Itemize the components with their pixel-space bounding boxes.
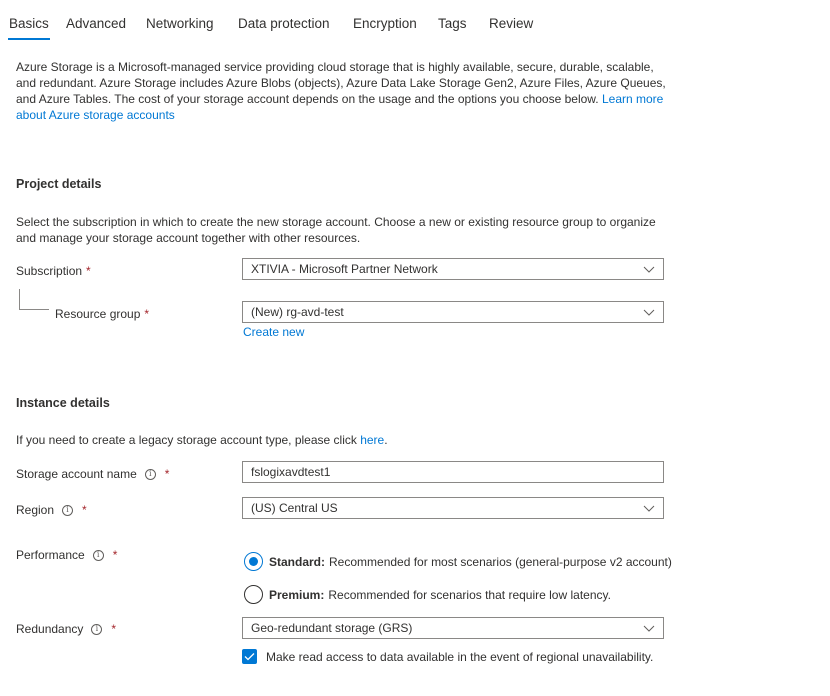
chevron-down-icon xyxy=(643,266,655,273)
required-marker: * xyxy=(112,548,118,562)
tab-review[interactable]: Review xyxy=(489,16,533,31)
create-new-resource-group-link[interactable]: Create new xyxy=(243,325,304,339)
checkmark-icon xyxy=(244,653,255,661)
performance-label: Performance i * xyxy=(16,548,117,562)
legacy-text: If you need to create a legacy storage a… xyxy=(16,433,361,447)
instance-details-heading: Instance details xyxy=(16,396,110,410)
tree-connector-horizontal xyxy=(19,309,49,310)
info-icon[interactable]: i xyxy=(92,549,104,561)
read-access-label: Make read access to data available in th… xyxy=(266,649,654,664)
tree-connector-vertical xyxy=(19,289,20,309)
storage-account-name-value: fslogixavdtest1 xyxy=(251,465,331,479)
redundancy-label-text: Redundancy xyxy=(16,622,84,636)
performance-label-text: Performance xyxy=(16,548,85,562)
intro-text: Azure Storage is a Microsoft-managed ser… xyxy=(16,60,666,106)
read-access-checkbox[interactable] xyxy=(242,649,257,664)
resource-group-value: (New) rg-avd-test xyxy=(251,305,344,319)
storage-account-name-input[interactable]: fslogixavdtest1 xyxy=(242,461,664,483)
tab-data-protection[interactable]: Data protection xyxy=(238,16,330,31)
premium-option-desc: Recommended for scenarios that require l… xyxy=(328,587,611,602)
legacy-account-text: If you need to create a legacy storage a… xyxy=(16,432,676,448)
tab-basics[interactable]: Basics xyxy=(8,16,50,40)
subscription-label: Subscription * xyxy=(16,264,91,278)
read-access-checkbox-row[interactable]: Make read access to data available in th… xyxy=(242,649,653,664)
region-label: Region i * xyxy=(16,503,87,517)
subscription-label-text: Subscription xyxy=(16,264,83,278)
required-marker: * xyxy=(111,622,117,636)
info-icon[interactable]: i xyxy=(144,468,156,480)
info-icon[interactable]: i xyxy=(91,623,103,635)
performance-standard-radio[interactable]: Standard: Recommended for most scenarios… xyxy=(244,552,672,571)
redundancy-value: Geo-redundant storage (GRS) xyxy=(251,621,413,635)
tab-encryption[interactable]: Encryption xyxy=(353,16,417,31)
radio-checked-icon[interactable] xyxy=(244,552,263,571)
required-marker: * xyxy=(86,264,91,278)
subscription-dropdown[interactable]: XTIVIA - Microsoft Partner Network xyxy=(242,258,664,280)
required-marker: * xyxy=(144,307,150,321)
tab-advanced[interactable]: Advanced xyxy=(66,16,126,31)
storage-account-name-label: Storage account name i * xyxy=(16,467,169,481)
project-details-description: Select the subscription in which to crea… xyxy=(16,215,656,245)
region-dropdown[interactable]: (US) Central US xyxy=(242,497,664,519)
subscription-value: XTIVIA - Microsoft Partner Network xyxy=(251,262,438,276)
intro-description: Azure Storage is a Microsoft-managed ser… xyxy=(16,59,676,123)
tab-networking[interactable]: Networking xyxy=(146,16,214,31)
resource-group-label-text: Resource group xyxy=(55,307,141,321)
redundancy-label: Redundancy i * xyxy=(16,622,116,636)
info-icon[interactable]: i xyxy=(62,504,74,516)
tab-tags[interactable]: Tags xyxy=(438,16,467,31)
standard-option-desc: Recommended for most scenarios (general-… xyxy=(329,554,672,569)
performance-premium-radio[interactable]: Premium: Recommended for scenarios that … xyxy=(244,585,611,604)
radio-unchecked-icon[interactable] xyxy=(244,585,263,604)
region-label-text: Region xyxy=(16,503,55,517)
tab-bar: Basics Advanced Networking Data protecti… xyxy=(0,0,830,44)
redundancy-dropdown[interactable]: Geo-redundant storage (GRS) xyxy=(242,617,664,639)
storage-account-name-label-text: Storage account name xyxy=(16,467,137,481)
resource-group-label: Resource group * xyxy=(55,307,149,321)
project-details-heading: Project details xyxy=(16,177,102,191)
standard-option-name: Standard: xyxy=(269,554,326,569)
chevron-down-icon xyxy=(643,309,655,316)
required-marker: * xyxy=(82,503,87,517)
premium-option-name: Premium: xyxy=(269,587,325,602)
region-value: (US) Central US xyxy=(251,501,338,515)
chevron-down-icon xyxy=(643,625,655,632)
legacy-period: . xyxy=(384,433,388,447)
legacy-here-link[interactable]: here xyxy=(360,433,384,447)
required-marker: * xyxy=(164,467,170,481)
chevron-down-icon xyxy=(643,505,655,512)
resource-group-dropdown[interactable]: (New) rg-avd-test xyxy=(242,301,664,323)
